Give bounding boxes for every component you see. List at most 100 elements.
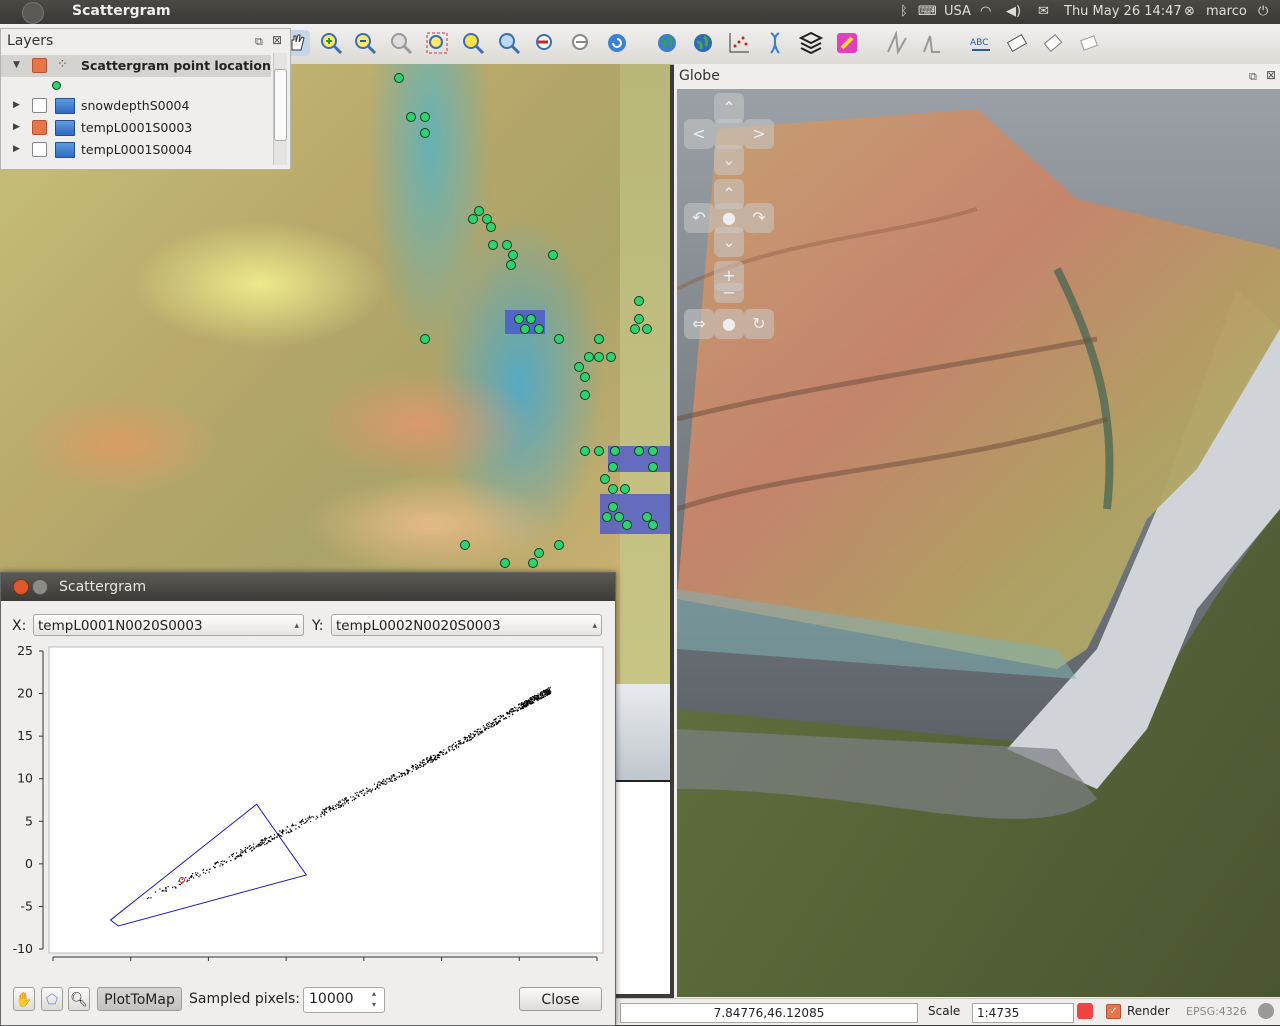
scale-field[interactable]: 1:4735 xyxy=(972,1003,1074,1023)
zoom-out-icon[interactable]: − xyxy=(714,283,744,303)
map-point[interactable] xyxy=(534,324,544,334)
layer-item-scattergram[interactable]: ▼ ⁘ Scattergram point location xyxy=(1,55,271,77)
map-point[interactable] xyxy=(648,446,658,456)
move-label-icon[interactable] xyxy=(1004,30,1030,56)
zoom-layer-icon[interactable] xyxy=(496,30,522,56)
label-tool-icon[interactable]: ABC xyxy=(968,30,994,56)
map-point[interactable] xyxy=(608,502,618,512)
globe-icon[interactable] xyxy=(654,30,680,56)
layer-item-temp4[interactable]: ▶ tempL0001S0004 xyxy=(1,139,271,161)
map-point[interactable] xyxy=(394,73,404,83)
refresh-icon[interactable] xyxy=(604,30,630,56)
pan-right-icon[interactable]: > xyxy=(744,119,774,149)
session-icon[interactable]: ⊗ xyxy=(1184,4,1195,19)
rotate-right-icon[interactable]: ↷ xyxy=(744,203,774,233)
map-point[interactable] xyxy=(580,446,590,456)
zoom-last-icon[interactable] xyxy=(532,30,558,56)
float-icon[interactable]: ⧉ xyxy=(1249,70,1257,84)
raster-tool-icon[interactable] xyxy=(834,30,860,56)
map-point[interactable] xyxy=(534,548,544,558)
map-point[interactable] xyxy=(648,520,658,530)
map-point[interactable] xyxy=(580,372,590,382)
map-point[interactable] xyxy=(600,474,610,484)
layers-scroll-thumb[interactable] xyxy=(274,69,287,141)
tilt-down-icon[interactable]: ⌄ xyxy=(714,227,744,257)
map-point[interactable] xyxy=(602,512,612,522)
map-point[interactable] xyxy=(506,260,516,270)
layer-checkbox[interactable] xyxy=(32,98,47,113)
map-point[interactable] xyxy=(420,334,430,344)
close-icon[interactable]: ⊠ xyxy=(272,33,282,47)
projection-icon[interactable] xyxy=(1258,1003,1274,1019)
map-point[interactable] xyxy=(420,128,430,138)
map-point[interactable] xyxy=(634,446,644,456)
map-point[interactable] xyxy=(608,484,618,494)
scatterplot-icon[interactable] xyxy=(726,30,752,56)
map-point[interactable] xyxy=(460,540,470,550)
map-point[interactable] xyxy=(548,250,558,260)
map-point[interactable] xyxy=(486,222,496,232)
crs-label[interactable]: EPSG:4326 xyxy=(1186,1005,1247,1018)
change-label-icon[interactable] xyxy=(1076,30,1102,56)
zoom-tool-button[interactable]: 🔍︎ xyxy=(68,987,90,1011)
map-point[interactable] xyxy=(554,334,564,344)
layer-checkbox[interactable] xyxy=(32,58,47,73)
map-point[interactable] xyxy=(594,334,604,344)
minimize-window-icon[interactable] xyxy=(32,579,48,595)
globe-settings-icon[interactable] xyxy=(690,30,716,56)
power-icon[interactable]: ⏻ xyxy=(1258,4,1268,19)
spin-arrows-icon[interactable]: ▴ ▾ xyxy=(372,988,376,1010)
expand-icon[interactable]: ▶ xyxy=(13,100,20,110)
map-point[interactable] xyxy=(520,324,530,334)
close-window-icon[interactable] xyxy=(13,579,29,595)
zoom-selection-icon[interactable] xyxy=(460,30,486,56)
collapse-icon[interactable]: ▼ xyxy=(13,60,20,70)
measure-icon[interactable] xyxy=(884,30,910,56)
layer-item-snowdepth[interactable]: ▶ snowdepthS0004 xyxy=(1,95,271,117)
layers-icon[interactable] xyxy=(798,30,824,56)
profile-icon[interactable] xyxy=(920,30,946,56)
map-point[interactable] xyxy=(620,484,630,494)
map-point[interactable] xyxy=(608,462,618,472)
refresh-icon[interactable]: ↻ xyxy=(744,309,774,339)
map-point[interactable] xyxy=(594,352,604,362)
keyboard-layout[interactable]: USA xyxy=(944,4,971,19)
map-point[interactable] xyxy=(574,362,584,372)
layer-checkbox[interactable] xyxy=(32,142,47,157)
home-icon[interactable]: ⇔ xyxy=(684,309,714,339)
map-point[interactable] xyxy=(630,324,640,334)
float-icon[interactable]: ⧉ xyxy=(255,35,263,49)
map-point[interactable] xyxy=(406,112,416,122)
polygon-tool-button[interactable]: ⬠ xyxy=(41,987,63,1011)
keyboard-icon[interactable]: ⌨ xyxy=(918,4,937,19)
map-point[interactable] xyxy=(500,558,510,568)
zoom-full-icon[interactable] xyxy=(424,30,450,56)
globe-view[interactable]: ⌃ < > ⌄ ⌃ ↶ ● ↷ ⌄ + − ⇔ ● ↻ xyxy=(677,89,1280,997)
close-icon[interactable]: ⊠ xyxy=(1266,68,1276,82)
map-point[interactable] xyxy=(634,296,644,306)
plot-to-map-button[interactable]: PlotToMap xyxy=(97,987,182,1011)
stop-render-icon[interactable] xyxy=(1077,1003,1093,1019)
rotate-left-icon[interactable]: ↶ xyxy=(684,203,714,233)
map-point[interactable] xyxy=(594,446,604,456)
map-point[interactable] xyxy=(420,112,430,122)
dash-icon[interactable] xyxy=(22,2,44,24)
map-point[interactable] xyxy=(514,314,524,324)
map-point[interactable] xyxy=(554,540,564,550)
pan-down-icon[interactable]: ⌄ xyxy=(714,145,744,175)
x-layer-select[interactable]: tempL0001N0020S0003 ▴ xyxy=(33,614,304,636)
render-checkbox[interactable]: ✓ xyxy=(1106,1004,1121,1019)
close-button[interactable]: Close xyxy=(519,987,602,1011)
zoom-next-icon[interactable] xyxy=(568,30,594,56)
bluetooth-icon[interactable]: ᛒ xyxy=(900,4,908,19)
map-point[interactable] xyxy=(488,240,498,250)
map-point[interactable] xyxy=(642,324,652,334)
map-point[interactable] xyxy=(502,240,512,250)
rotate-label-icon[interactable] xyxy=(1040,30,1066,56)
pan-left-icon[interactable]: < xyxy=(684,119,714,149)
expand-icon[interactable]: ▶ xyxy=(13,144,20,154)
volume-icon[interactable]: ◀) xyxy=(1006,4,1021,19)
expand-icon[interactable]: ▶ xyxy=(13,122,20,132)
sampled-pixels-spinbox[interactable]: 10000 ▴ ▾ xyxy=(303,987,385,1013)
dna-icon[interactable] xyxy=(762,30,788,56)
